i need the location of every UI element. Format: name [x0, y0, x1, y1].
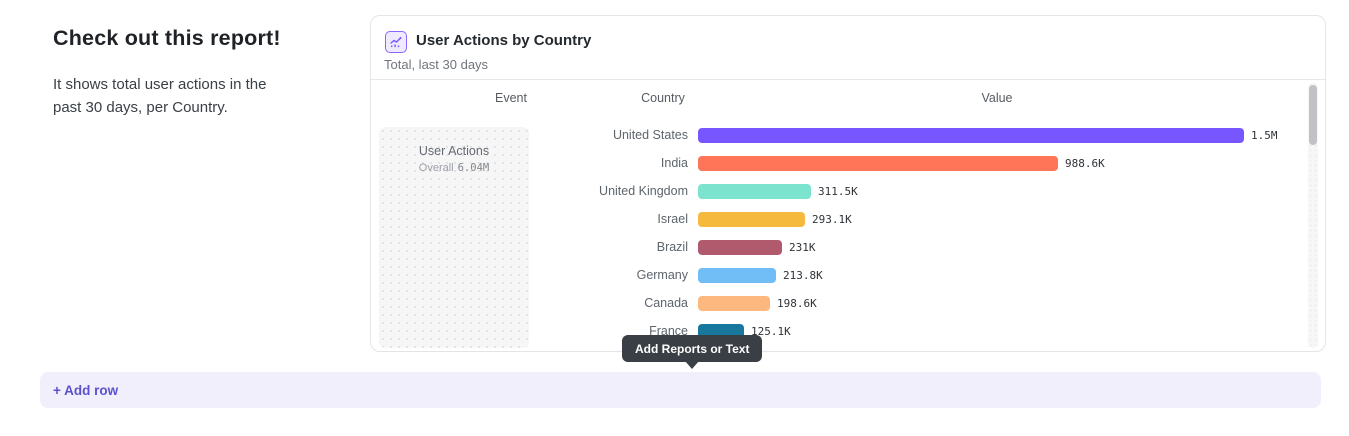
report-card-header: User Actions by Country Total, last 30 d…	[371, 16, 1325, 80]
value-label: 213.8K	[783, 269, 823, 282]
page-description: It shows total user actions in the past …	[53, 73, 266, 119]
add-reports-tooltip: Add Reports or Text	[622, 335, 762, 362]
report-subtitle: Total, last 30 days	[384, 57, 488, 72]
chart-bar-row[interactable]: India 988.6K	[371, 149, 1301, 177]
value-bar[interactable]	[698, 240, 782, 255]
value-label: 198.6K	[777, 297, 817, 310]
tooltip-caret-icon	[685, 361, 699, 369]
value-label: 231K	[789, 241, 816, 254]
report-chart-area: Event Country Value User Actions Overall…	[371, 80, 1325, 351]
add-row-label: + Add row	[53, 383, 118, 398]
country-label: United Kingdom	[438, 184, 688, 198]
chart-bar-row[interactable]: Israel 293.1K	[371, 205, 1301, 233]
value-bar[interactable]	[698, 184, 811, 199]
value-label: 311.5K	[818, 185, 858, 198]
chart-bar-row[interactable]: Brazil 231K	[371, 233, 1301, 261]
column-header-event: Event	[441, 91, 581, 105]
column-header-value: Value	[927, 91, 1067, 105]
dashboard-editor: Check out this report! It shows total us…	[0, 0, 1349, 436]
value-label: 988.6K	[1065, 157, 1105, 170]
value-bar[interactable]	[698, 156, 1058, 171]
value-label: 1.5M	[1251, 129, 1278, 142]
add-reports-tooltip-label: Add Reports or Text	[635, 342, 749, 356]
add-row-button[interactable]: + Add row	[40, 372, 1321, 408]
country-label: India	[438, 156, 688, 170]
value-bar[interactable]	[698, 212, 805, 227]
column-header-country: Country	[593, 91, 733, 105]
chart-scrollbar-track[interactable]	[1308, 83, 1318, 348]
country-label: Israel	[438, 212, 688, 226]
country-label: Germany	[438, 268, 688, 282]
country-label: Brazil	[438, 240, 688, 254]
chart-bar-row[interactable]: Germany 213.8K	[371, 261, 1301, 289]
country-label: Canada	[438, 296, 688, 310]
country-label: United States	[438, 128, 688, 142]
page-title: Check out this report!	[53, 26, 281, 51]
chart-bar-row[interactable]: United Kingdom 311.5K	[371, 177, 1301, 205]
line-chart-icon	[385, 31, 407, 53]
page-description-line: past 30 days, per Country.	[53, 96, 266, 119]
value-bar[interactable]	[698, 268, 776, 283]
value-bar[interactable]	[698, 296, 770, 311]
report-card[interactable]: User Actions by Country Total, last 30 d…	[370, 15, 1326, 352]
chart-rows: United States 1.5M India 988.6K United Kingd…	[371, 121, 1301, 345]
chart-scrollbar-thumb[interactable]	[1309, 85, 1317, 145]
chart-bar-row[interactable]: United States 1.5M	[371, 121, 1301, 149]
value-bar[interactable]	[698, 128, 1244, 143]
page-description-line: It shows total user actions in the	[53, 73, 266, 96]
value-label: 293.1K	[812, 213, 852, 226]
chart-bar-row[interactable]: France125.1K	[371, 317, 1301, 345]
report-title: User Actions by Country	[416, 32, 591, 49]
chart-bar-row[interactable]: Canada 198.6K	[371, 289, 1301, 317]
